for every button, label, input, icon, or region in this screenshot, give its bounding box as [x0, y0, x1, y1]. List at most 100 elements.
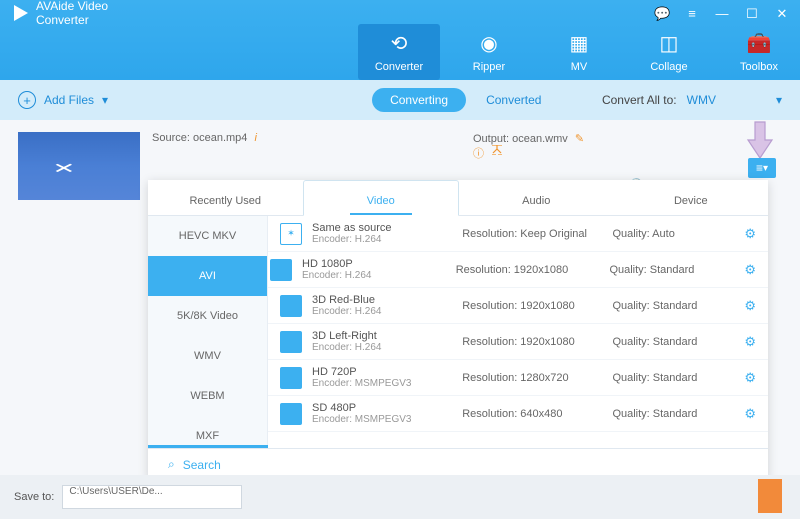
tab-ripper-label: Ripper — [473, 61, 505, 73]
profile-quality: Quality: Auto — [612, 228, 734, 240]
profile-resolution: Resolution: 1280x720 — [462, 372, 604, 384]
chat-icon[interactable]: 💬 — [654, 6, 670, 22]
format-panel: Recently Used Video Audio Device HEVC MK… — [148, 180, 768, 480]
category-item[interactable]: AVI — [148, 256, 267, 296]
profile-format-icon — [280, 295, 302, 317]
profile-settings-icon[interactable]: ⚙ — [744, 226, 756, 242]
category-item[interactable]: WMV — [148, 336, 267, 376]
profile-row[interactable]: ✶ Same as sourceEncoder: H.264 Resolution:… — [268, 216, 768, 252]
menu-icon[interactable]: ≡ — [684, 6, 700, 22]
mv-icon: ▦ — [570, 31, 589, 56]
profile-encoder: Encoder: MSMPEGV3 — [312, 378, 454, 389]
profile-row[interactable]: 3D Red-BlueEncoder: H.264Resolution: 192… — [268, 288, 768, 324]
profile-quality: Quality: Standard — [612, 336, 734, 348]
panel-tab-audio[interactable]: Audio — [459, 180, 614, 215]
tab-toolbox-label: Toolbox — [740, 61, 778, 73]
convert-all-dropdown[interactable]: WMV ▾ — [687, 93, 782, 107]
split-icon[interactable] — [492, 145, 502, 161]
profile-row[interactable]: SD 480PEncoder: MSMPEGV3 Resolution: 640x… — [268, 396, 768, 432]
save-to-label: Save to: — [14, 491, 54, 503]
output-profile-button[interactable]: ≡▾ — [748, 158, 776, 178]
profile-quality: Quality: Standard — [612, 408, 734, 420]
profile-settings-icon[interactable]: ⚙ — [744, 370, 756, 386]
category-item[interactable]: HEVC MKV — [148, 216, 267, 256]
tab-toolbox[interactable]: 🧰 Toolbox — [718, 24, 800, 80]
profile-encoder: Encoder: H.264 — [312, 306, 454, 317]
profile-resolution: Resolution: 1920x1080 — [456, 264, 602, 276]
app-logo-icon — [14, 5, 28, 21]
profile-settings-icon[interactable]: ⚙ — [744, 334, 756, 350]
chevron-down-icon: ▾ — [102, 93, 108, 107]
tab-converter-label: Converter — [375, 61, 423, 73]
save-path-input[interactable]: C:\Users\USER\De... — [62, 485, 242, 509]
subtab-converting[interactable]: Converting — [372, 88, 466, 112]
tab-mv[interactable]: ▦ MV — [538, 24, 620, 80]
source-filename: ocean.mp4 — [193, 132, 247, 144]
info-icon[interactable]: i — [254, 132, 256, 144]
profile-quality: Quality: Standard — [612, 300, 734, 312]
ripper-icon: ◉ — [480, 31, 497, 56]
profile-row[interactable]: HD 720PEncoder: MSMPEGV3 Resolution: 1280… — [268, 360, 768, 396]
hint-arrow-icon — [746, 120, 774, 160]
panel-tab-video[interactable]: Video — [303, 180, 460, 216]
profile-format-icon — [280, 331, 302, 353]
maximize-icon[interactable]: ☐ — [744, 6, 760, 22]
category-item[interactable]: MXF — [148, 416, 267, 448]
convert-all-value: WMV — [687, 93, 716, 107]
profile-resolution: Resolution: 1920x1080 — [462, 300, 604, 312]
plus-icon: + — [18, 91, 36, 109]
source-label: Source: — [152, 132, 190, 144]
profile-name: 3D Left-Right — [312, 330, 454, 342]
profile-resolution: Resolution: 1920x1080 — [462, 336, 604, 348]
profile-settings-icon[interactable]: ⚙ — [744, 298, 756, 314]
convert-button[interactable] — [758, 479, 782, 513]
profile-format-icon — [280, 367, 302, 389]
add-files-label: Add Files — [44, 93, 94, 107]
profile-row[interactable]: 3D Left-RightEncoder: H.264 Resolution: 1… — [268, 324, 768, 360]
category-item[interactable]: WEBM — [148, 376, 267, 416]
minimize-icon[interactable]: — — [714, 6, 730, 22]
tab-collage-label: Collage — [650, 61, 687, 73]
profile-format-icon — [280, 403, 302, 425]
profile-name: SD 480P — [312, 402, 454, 414]
tab-mv-label: MV — [571, 61, 588, 73]
profile-encoder: Encoder: MSMPEGV3 — [312, 414, 454, 425]
output-label: Output: — [473, 133, 509, 145]
subtab-converted[interactable]: Converted — [468, 88, 559, 112]
close-icon[interactable]: ✕ — [774, 6, 790, 22]
search-label: Search — [183, 458, 221, 472]
profile-name: HD 720P — [312, 366, 454, 378]
edit-icon[interactable]: ✎ — [575, 133, 584, 145]
profile-format-icon — [270, 259, 292, 281]
profile-quality: Quality: Standard — [609, 264, 734, 276]
output-info-icon[interactable]: ⓘ — [473, 145, 484, 161]
category-item[interactable]: 5K/8K Video — [148, 296, 267, 336]
converter-icon: ⟲ — [391, 31, 408, 56]
category-list: HEVC MKVAVI5K/8K VideoWMVWEBMMXFM4V — [148, 216, 268, 448]
profile-settings-icon[interactable]: ⚙ — [744, 406, 756, 422]
video-thumbnail[interactable] — [18, 132, 140, 200]
profile-resolution: Resolution: 640x480 — [462, 408, 604, 420]
tab-ripper[interactable]: ◉ Ripper — [448, 24, 530, 80]
tab-converter[interactable]: ⟲ Converter — [358, 24, 440, 80]
collage-icon: ◫ — [660, 31, 679, 56]
tab-collage[interactable]: ◫ Collage — [628, 24, 710, 80]
profile-encoder: Encoder: H.264 — [302, 270, 448, 281]
profile-quality: Quality: Standard — [612, 372, 734, 384]
category-scrollbar[interactable] — [148, 445, 268, 448]
profile-format-icon: ✶ — [280, 223, 302, 245]
output-filename: ocean.wmv — [512, 133, 568, 145]
panel-tab-device[interactable]: Device — [614, 180, 769, 215]
profile-encoder: Encoder: H.264 — [312, 234, 454, 245]
profile-row[interactable]: HD 1080PEncoder: H.264Resolution: 1920x1… — [268, 252, 768, 288]
profile-settings-icon[interactable]: ⚙ — [744, 262, 756, 278]
add-files-button[interactable]: + Add Files ▾ — [18, 91, 108, 109]
profile-name: Same as source — [312, 222, 454, 234]
app-title: AVAide Video Converter — [36, 0, 144, 27]
panel-tab-recent[interactable]: Recently Used — [148, 180, 303, 215]
chevron-down-icon: ▾ — [776, 93, 782, 107]
toolbox-icon: 🧰 — [747, 31, 772, 56]
search-icon: ⌕ — [168, 457, 175, 472]
profile-resolution: Resolution: Keep Original — [462, 228, 604, 240]
profile-encoder: Encoder: H.264 — [312, 342, 454, 353]
